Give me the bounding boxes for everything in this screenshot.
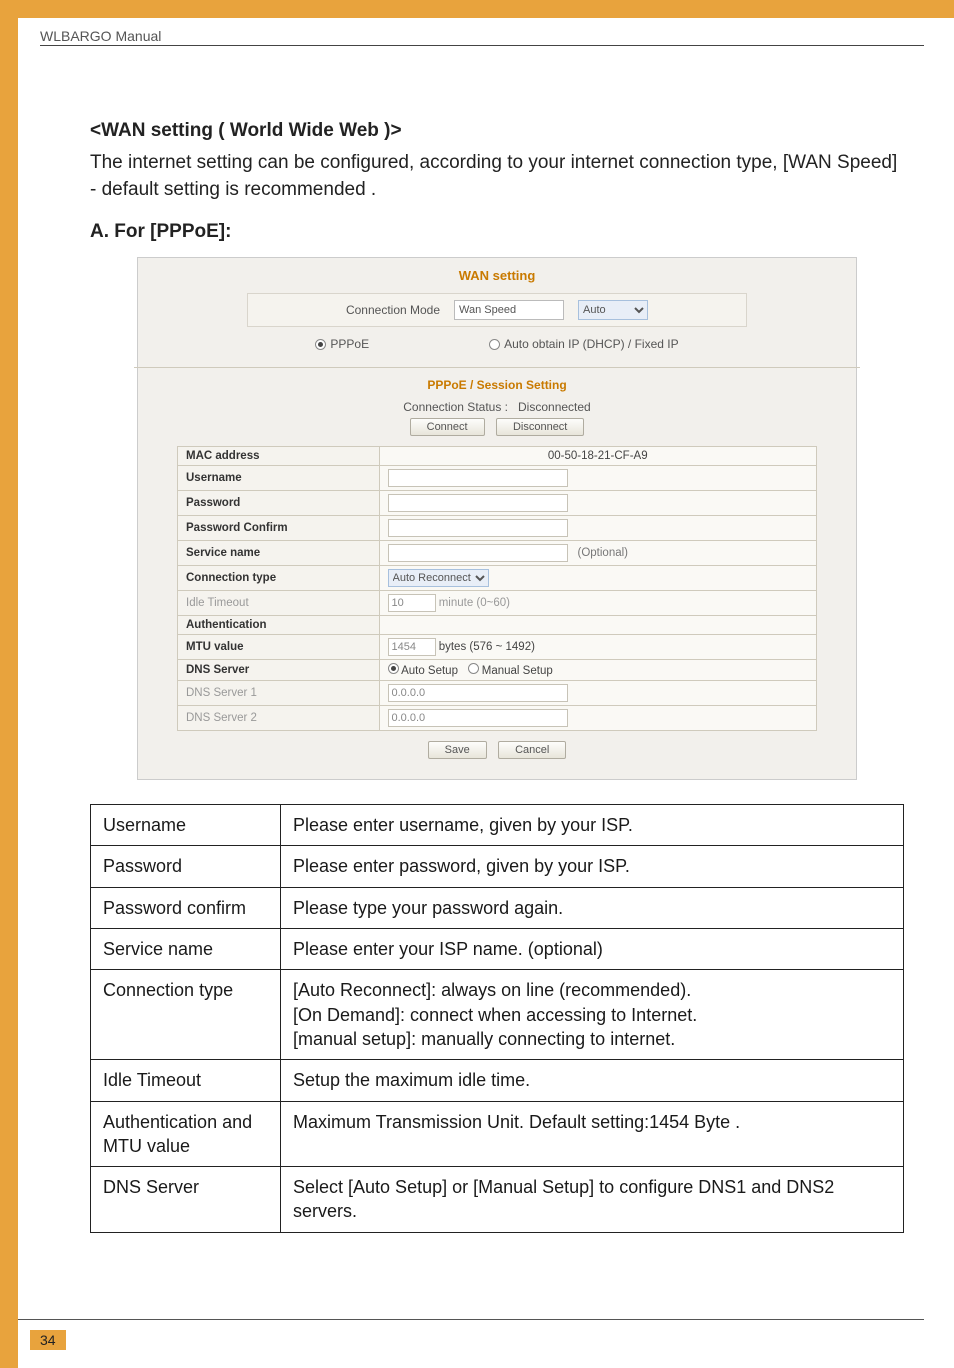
wan-speed-select[interactable]: Auto (578, 300, 648, 320)
desc-value: Please type your password again. (281, 887, 904, 928)
service-name-input[interactable] (388, 544, 568, 562)
dns-auto-radio[interactable]: Auto Setup (388, 665, 458, 677)
top-orange-bar (0, 0, 954, 18)
page-content: <WAN setting ( World Wide Web )> The int… (90, 120, 904, 1233)
wan-speed-input[interactable] (454, 300, 564, 320)
table-row: Password confirmPlease type your passwor… (91, 887, 904, 928)
table-row: Idle TimeoutSetup the maximum idle time. (91, 1060, 904, 1101)
table-row: Authentication and MTU valueMaximum Tran… (91, 1101, 904, 1167)
pppoe-form-table: MAC address00-50-18-21-CF-A9 Username Pa… (177, 446, 817, 731)
password-confirm-input[interactable] (388, 519, 568, 537)
desc-value: Maximum Transmission Unit. Default setti… (281, 1101, 904, 1167)
dns2-input[interactable] (388, 709, 568, 727)
mtu-input[interactable] (388, 638, 436, 656)
side-orange-bar (0, 18, 18, 1368)
table-row: MAC address00-50-18-21-CF-A9 (178, 447, 817, 466)
table-row: PasswordPlease enter password, given by … (91, 846, 904, 887)
table-row: Username (178, 466, 817, 491)
desc-value: Please enter password, given by your ISP… (281, 846, 904, 887)
table-row: Password (178, 491, 817, 516)
subsection-heading: A. For [PPPoE]: (90, 221, 904, 243)
desc-value: Please enter your ISP name. (optional) (281, 929, 904, 970)
desc-key: Idle Timeout (91, 1060, 281, 1101)
desc-key: Password confirm (91, 887, 281, 928)
radio-dot-icon (315, 339, 326, 350)
radio-dot-icon (489, 339, 500, 350)
wan-screenshot: WAN setting Connection Mode Auto PPPoE A… (137, 257, 857, 780)
divider (134, 367, 860, 368)
page-number: 34 (30, 1330, 66, 1350)
description-table: UsernamePlease enter username, given by … (90, 804, 904, 1233)
save-cancel-row: Save Cancel (138, 741, 856, 759)
desc-value: Setup the maximum idle time. (281, 1060, 904, 1101)
password-input[interactable] (388, 494, 568, 512)
footer-rule (18, 1319, 924, 1320)
desc-key: Username (91, 805, 281, 846)
table-row: Connection type[Auto Reconnect]: always … (91, 970, 904, 1060)
radio-pppoe[interactable]: PPPoE (315, 337, 369, 351)
cancel-button[interactable]: Cancel (498, 741, 566, 759)
idle-timeout-input[interactable] (388, 594, 436, 612)
table-row: Idle Timeout minute (0~60) (178, 591, 817, 616)
connection-mode-row: Connection Mode Auto (247, 293, 747, 327)
conn-mode-label: Connection Mode (346, 303, 440, 317)
wan-title: WAN setting (138, 268, 856, 283)
connect-button-row: Connect Disconnect (138, 418, 856, 436)
intro-text: The internet setting can be configured, … (90, 150, 904, 203)
desc-value: Select [Auto Setup] or [Manual Setup] to… (281, 1167, 904, 1233)
table-row: Service namePlease enter your ISP name. … (91, 929, 904, 970)
header-rule (40, 45, 924, 46)
connection-type-select[interactable]: Auto Reconnect (388, 569, 489, 587)
table-row: MTU value bytes (576 ~ 1492) (178, 635, 817, 660)
mode-radio-row: PPPoE Auto obtain IP (DHCP) / Fixed IP (138, 337, 856, 351)
table-row: Authentication (178, 616, 817, 635)
desc-key: Password (91, 846, 281, 887)
table-row: Connection typeAuto Reconnect (178, 566, 817, 591)
desc-key: Connection type (91, 970, 281, 1060)
radio-dhcp[interactable]: Auto obtain IP (DHCP) / Fixed IP (489, 337, 679, 351)
dns-manual-radio[interactable]: Manual Setup (468, 665, 553, 677)
desc-value: [Auto Reconnect]: always on line (recomm… (281, 970, 904, 1060)
desc-key: Authentication and MTU value (91, 1101, 281, 1167)
dns1-input[interactable] (388, 684, 568, 702)
table-row: DNS ServerSelect [Auto Setup] or [Manual… (91, 1167, 904, 1233)
table-row: Service name(Optional) (178, 541, 817, 566)
table-row: UsernamePlease enter username, given by … (91, 805, 904, 846)
username-input[interactable] (388, 469, 568, 487)
pppoe-section-title: PPPoE / Session Setting (138, 378, 856, 392)
table-row: DNS Server 1 (178, 681, 817, 706)
section-title: <WAN setting ( World Wide Web )> (90, 120, 904, 142)
table-row: DNS Server Auto Setup Manual Setup (178, 660, 817, 681)
table-row: DNS Server 2 (178, 706, 817, 731)
radio-dot-icon (388, 663, 399, 674)
connect-button[interactable]: Connect (410, 418, 485, 436)
connection-status-row: Connection Status : Disconnected (138, 400, 856, 414)
desc-key: Service name (91, 929, 281, 970)
desc-value: Please enter username, given by your ISP… (281, 805, 904, 846)
table-row: Password Confirm (178, 516, 817, 541)
disconnect-button[interactable]: Disconnect (496, 418, 584, 436)
save-button[interactable]: Save (428, 741, 487, 759)
manual-header: WLBARGO Manual (40, 28, 161, 44)
radio-dot-icon (468, 663, 479, 674)
desc-key: DNS Server (91, 1167, 281, 1233)
